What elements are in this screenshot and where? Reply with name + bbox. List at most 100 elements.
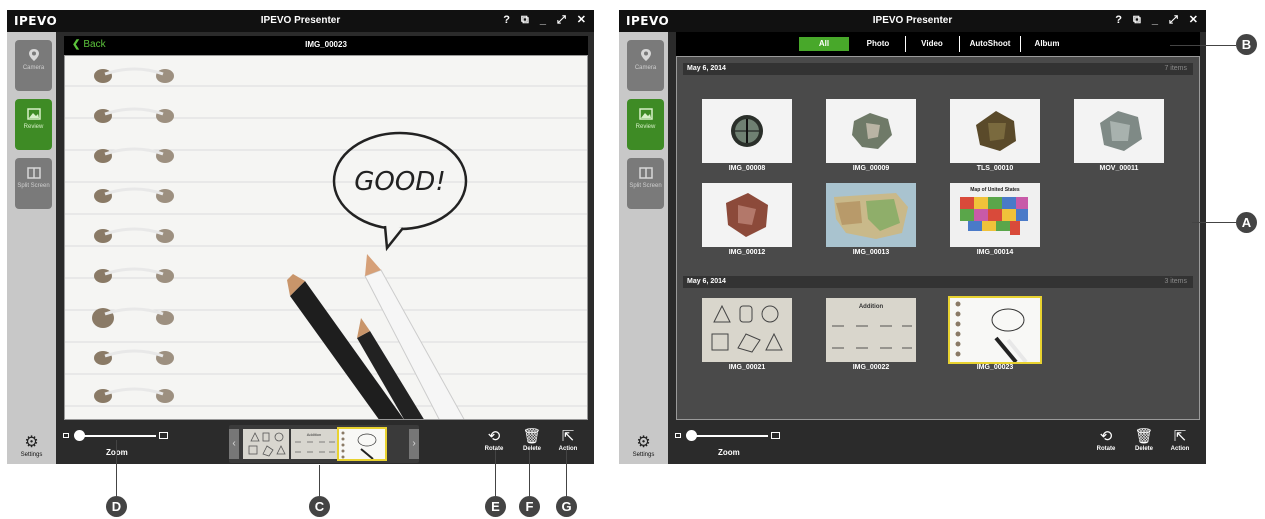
window-controls: ? ⧉ _ ⤢ ✕ <box>1115 13 1198 27</box>
addition-worksheet-image: Addition <box>832 304 912 349</box>
sidebar-item-split-screen[interactable]: Split Screen <box>627 158 664 209</box>
settings-label: Settings <box>632 452 655 458</box>
zoom-slider-handle[interactable] <box>74 430 85 441</box>
location-pin-icon <box>640 49 651 61</box>
item-label: IMG_00013 <box>852 249 890 256</box>
minimize-icon[interactable]: _ <box>540 13 546 27</box>
strip-next-button[interactable]: › <box>409 429 419 459</box>
section-header: May 6, 2014 3 items <box>683 276 1193 288</box>
sidebar-item-label: Split Screen <box>17 183 50 189</box>
trash-icon: 🗑 <box>1134 428 1154 445</box>
section-count: 7 items <box>1164 65 1187 72</box>
gallery-item[interactable]: IMG_00023 <box>948 296 1042 371</box>
tab-all[interactable]: All <box>799 37 849 51</box>
sidebar-item-label: Camera <box>634 65 657 71</box>
rock-thumb <box>950 99 1040 163</box>
gallery-item[interactable]: Addition IMG_00022 <box>826 298 916 371</box>
section-date: May 6, 2014 <box>687 65 726 72</box>
sidebar-item-label: Review <box>635 124 656 130</box>
rotate-button[interactable]: ⟲ Rotate <box>1091 428 1121 452</box>
rock-thumb <box>826 99 916 163</box>
compass-thumb <box>702 99 792 163</box>
sidebar-item-split-screen[interactable]: Split Screen <box>15 158 52 209</box>
rock-thumb <box>1074 99 1164 163</box>
tab-autoshoot[interactable]: AutoShoot <box>962 37 1018 51</box>
rotate-button[interactable]: ⟲ Rotate <box>479 428 509 452</box>
image-viewer[interactable]: GOOD! <box>64 55 588 420</box>
gallery-item[interactable]: MOV_00011 <box>1074 99 1164 172</box>
addition-thumb: Addition <box>826 298 916 362</box>
item-label: IMG_00022 <box>852 364 890 371</box>
location-pin-icon <box>28 49 39 61</box>
presenter-window-review: IPEVO IPEVO Presenter ? ⧉ _ ⤢ ✕ Camera R… <box>7 10 594 464</box>
callout-a: A <box>1236 212 1257 233</box>
sidebar-item-review[interactable]: Review <box>15 99 52 150</box>
callout-line-e <box>495 450 496 496</box>
map-thumb <box>826 183 916 247</box>
help-icon[interactable]: ? <box>1115 13 1122 27</box>
zoom-out-icon[interactable] <box>675 433 681 438</box>
help-icon[interactable]: ? <box>503 13 510 27</box>
strip-thumb-addition[interactable]: Addition <box>291 429 337 459</box>
gallery-item[interactable]: IMG_00021 <box>702 298 792 371</box>
rock-thumb <box>702 183 792 247</box>
presenter-window-gallery: IPEVO IPEVO Presenter ? ⧉ _ ⤢ ✕ Camera R… <box>619 10 1206 464</box>
sidebar-item-review[interactable]: Review <box>627 99 664 150</box>
tab-separator <box>1020 36 1021 52</box>
fullscreen-icon[interactable]: ⤢ <box>557 13 566 27</box>
minimize-icon[interactable]: _ <box>1152 13 1158 27</box>
sidebar: Camera Review Split Screen ⚙ Settings <box>619 32 668 464</box>
settings-button[interactable]: ⚙ Settings <box>619 434 668 458</box>
settings-button[interactable]: ⚙ Settings <box>7 434 56 458</box>
zoom-out-icon[interactable] <box>63 433 69 438</box>
sidebar-item-camera[interactable]: Camera <box>15 40 52 91</box>
gallery-item[interactable]: IMG_00008 <box>702 99 792 172</box>
tab-video[interactable]: Video <box>908 37 956 51</box>
image-icon <box>26 108 41 120</box>
callout-line-g <box>566 450 567 496</box>
restore-icon[interactable]: ⧉ <box>521 13 529 27</box>
action-button[interactable]: ⇱ Action <box>553 428 583 452</box>
tab-photo[interactable]: Photo <box>854 37 902 51</box>
delete-button[interactable]: 🗑 Delete <box>1129 428 1159 452</box>
image-icon <box>638 108 653 120</box>
shapes-thumb <box>702 298 792 362</box>
rotate-icon: ⟲ <box>487 428 501 445</box>
delete-button[interactable]: 🗑 Delete <box>517 428 547 452</box>
gallery-item[interactable]: IMG_00009 <box>826 99 916 172</box>
close-icon[interactable]: ✕ <box>1189 13 1198 27</box>
close-icon[interactable]: ✕ <box>577 13 586 27</box>
zoom-slider[interactable] <box>692 435 768 437</box>
action-label: Action <box>558 446 578 452</box>
gallery-item[interactable]: IMG_00013 <box>826 183 916 256</box>
strip-thumb-good-selected[interactable] <box>337 427 387 461</box>
addition-thumb-image: Addition <box>295 432 335 453</box>
zoom-in-icon[interactable] <box>771 432 780 439</box>
gallery-item[interactable]: Map of United States IMG_00014 <box>950 183 1040 256</box>
callout-b: B <box>1236 34 1257 55</box>
tab-album[interactable]: Album <box>1023 37 1071 51</box>
addition-title: Addition <box>859 304 884 310</box>
compass-image <box>731 115 763 147</box>
tab-separator <box>959 36 960 52</box>
rock-image <box>726 193 768 237</box>
item-label: IMG_00023 <box>976 364 1014 371</box>
filter-tabs: All Photo Video AutoShoot Album <box>676 32 1200 56</box>
gallery-item[interactable]: TLS_00010 <box>950 99 1040 172</box>
strip-prev-button[interactable]: ‹ <box>229 429 239 459</box>
zoom-in-icon[interactable] <box>159 432 168 439</box>
notebook-good-image <box>955 301 1028 362</box>
fullscreen-icon[interactable]: ⤢ <box>1169 13 1178 27</box>
action-button[interactable]: ⇱ Action <box>1165 428 1195 452</box>
rock-image <box>976 111 1016 151</box>
sidebar-item-camera[interactable]: Camera <box>627 40 664 91</box>
zoom-slider-handle[interactable] <box>686 430 697 441</box>
gallery-item[interactable]: IMG_00012 <box>702 183 792 256</box>
rock-image <box>852 113 892 149</box>
good-thumb-image <box>341 431 377 459</box>
strip-thumb-shapes[interactable] <box>243 429 289 459</box>
share-icon: ⇱ <box>1173 428 1187 445</box>
restore-icon[interactable]: ⧉ <box>1133 13 1141 27</box>
gallery-toolbar: Zoom ⟲ Rotate 🗑 Delete ⇱ Action <box>668 424 1206 464</box>
zoom-slider[interactable] <box>80 435 156 437</box>
